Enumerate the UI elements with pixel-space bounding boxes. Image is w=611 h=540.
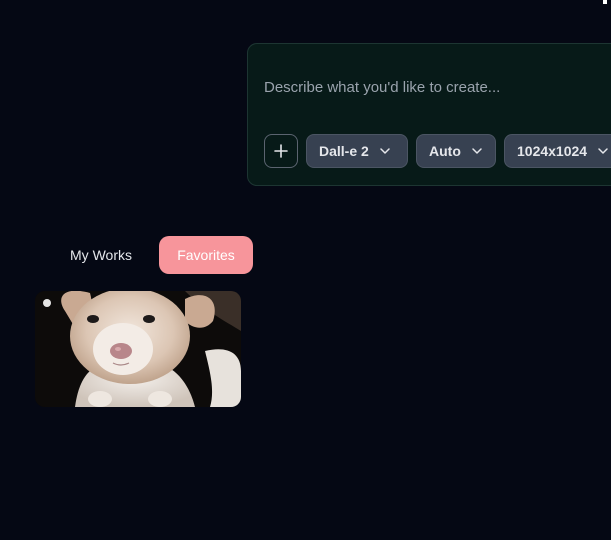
size-select-label: 1024x1024 bbox=[517, 143, 588, 159]
puppy-image bbox=[35, 291, 241, 407]
model-select[interactable]: Dall-e 2 bbox=[306, 134, 408, 168]
selection-dot[interactable] bbox=[43, 299, 51, 307]
prompt-input[interactable] bbox=[264, 74, 604, 100]
size-select[interactable]: 1024x1024 bbox=[504, 134, 611, 168]
generation-controls: Dall-e 2 Auto 1024x1024 bbox=[264, 134, 611, 168]
quality-select[interactable]: Auto bbox=[416, 134, 496, 168]
plus-icon bbox=[274, 144, 288, 158]
chevron-down-icon bbox=[471, 145, 483, 157]
corner-mark bbox=[603, 0, 607, 4]
gallery-image-card[interactable] bbox=[35, 291, 241, 407]
page: Dall-e 2 Auto 1024x1024 My Works Favorit bbox=[0, 0, 611, 540]
model-select-label: Dall-e 2 bbox=[319, 143, 369, 159]
tab-my-works[interactable]: My Works bbox=[51, 236, 151, 274]
gallery-tabs: My Works Favorites bbox=[51, 236, 253, 274]
quality-select-label: Auto bbox=[429, 143, 461, 159]
tab-favorites[interactable]: Favorites bbox=[159, 236, 253, 274]
chevron-down-icon bbox=[597, 145, 609, 157]
chevron-down-icon bbox=[379, 145, 391, 157]
prompt-panel: Dall-e 2 Auto 1024x1024 bbox=[247, 43, 611, 186]
add-button[interactable] bbox=[264, 134, 298, 168]
